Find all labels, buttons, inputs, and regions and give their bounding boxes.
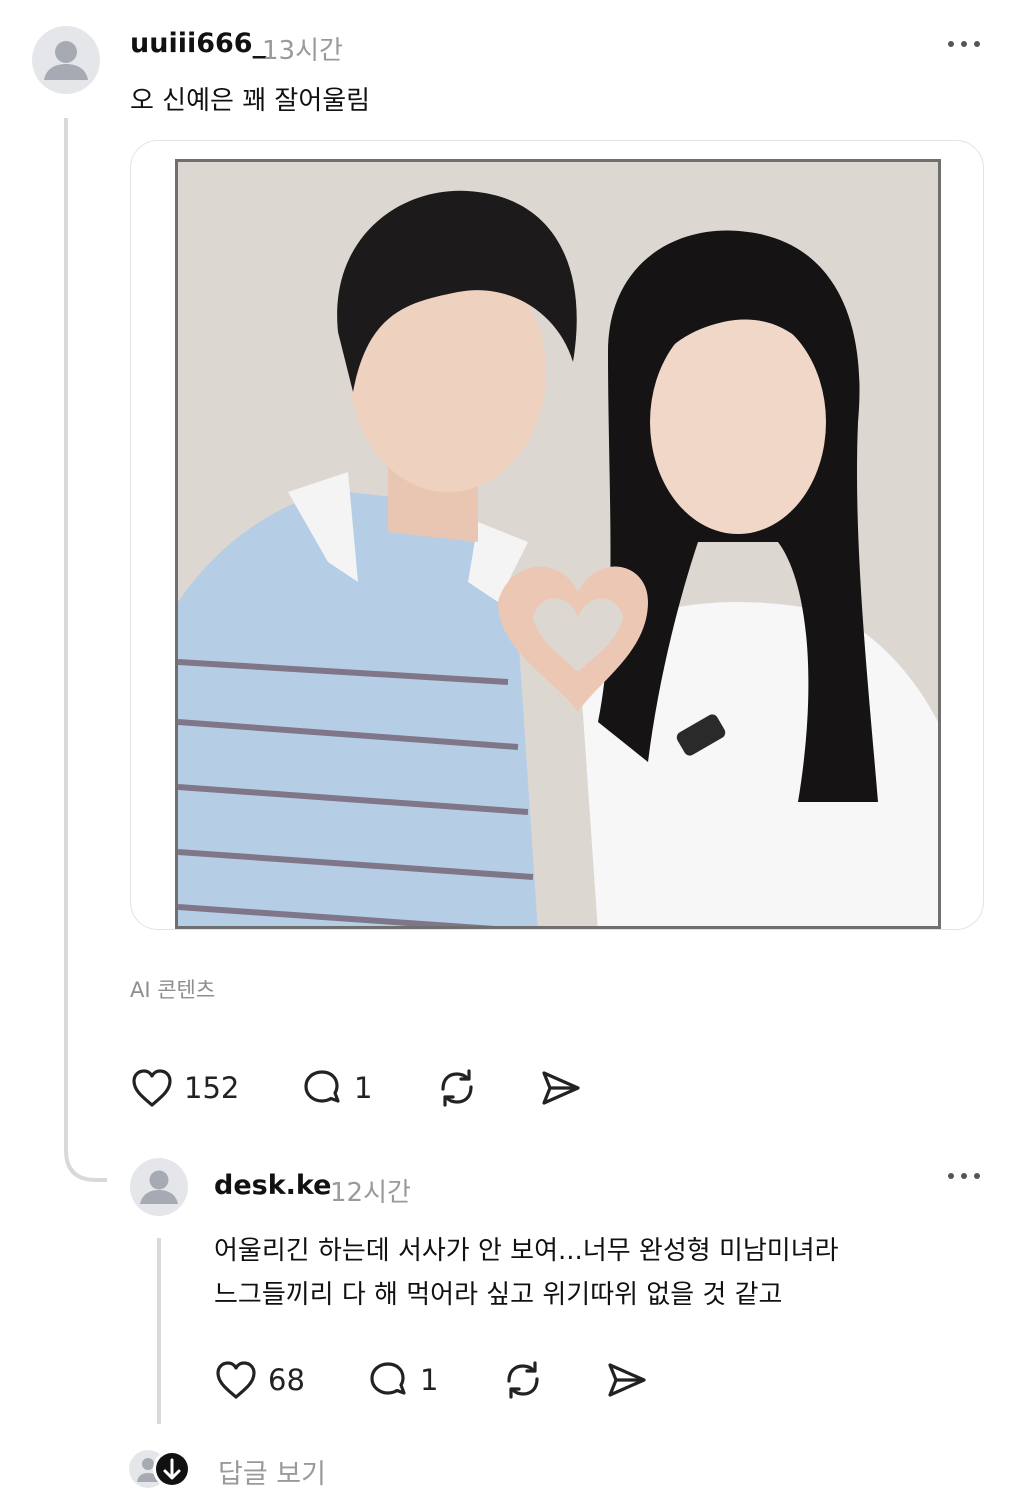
reply-like-button[interactable]: 68: [214, 1358, 305, 1402]
more-horizontal-icon[interactable]: [944, 36, 984, 52]
repost-icon: [441, 1069, 473, 1107]
reply-share-button[interactable]: [604, 1358, 650, 1402]
comment-button[interactable]: 1: [300, 1066, 372, 1110]
avatar[interactable]: [32, 26, 100, 94]
share-button[interactable]: [538, 1066, 584, 1110]
reply-comment-count: 1: [420, 1363, 439, 1397]
reply-text-line-2: 느그들끼리 다 해 먹어라 싶고 위기따위 없을 것 같고: [214, 1280, 783, 1310]
heart-icon: [132, 1069, 172, 1107]
media-card[interactable]: [130, 140, 984, 930]
comment-count: 1: [354, 1071, 373, 1105]
reply-username[interactable]: desk.ke: [214, 1170, 331, 1201]
repost-icon: [507, 1361, 539, 1399]
reply-timestamp: 12시간: [330, 1178, 411, 1208]
view-replies-avatars[interactable]: [128, 1446, 194, 1492]
reply-comment-button[interactable]: 1: [366, 1358, 438, 1402]
view-replies-link[interactable]: 답글 보기: [218, 1452, 326, 1491]
like-count: 152: [184, 1071, 240, 1105]
reply-text-line-1: 어울리긴 하는데 서사가 안 보여...너무 완성형 미남미녀라: [214, 1236, 839, 1266]
post-photo[interactable]: [175, 159, 941, 929]
more-horizontal-icon[interactable]: [944, 1168, 984, 1184]
heart-icon: [216, 1361, 256, 1399]
reply-like-count: 68: [268, 1363, 305, 1397]
comment-bubble-icon: [304, 1070, 340, 1103]
post-username[interactable]: uuiii666_: [130, 28, 266, 59]
post-text: 오 신예은 꽤 잘어울림: [130, 86, 371, 116]
default-avatar-icon: [44, 41, 88, 80]
ai-content-label: AI 콘텐츠: [130, 978, 216, 1002]
post-timestamp: 13시간: [262, 36, 343, 66]
send-icon: [608, 1363, 646, 1397]
comment-bubble-icon: [370, 1362, 406, 1395]
reply-avatar[interactable]: [130, 1158, 188, 1216]
reply-thread-line: [157, 1238, 161, 1424]
reply-repost-button[interactable]: [500, 1358, 546, 1402]
default-avatar-icon: [140, 1170, 178, 1204]
send-icon: [542, 1071, 580, 1105]
couple-photo-illustration: [178, 162, 938, 926]
repost-button[interactable]: [434, 1066, 480, 1110]
thread-connector: [63, 118, 107, 1184]
like-button[interactable]: 152: [130, 1066, 239, 1110]
